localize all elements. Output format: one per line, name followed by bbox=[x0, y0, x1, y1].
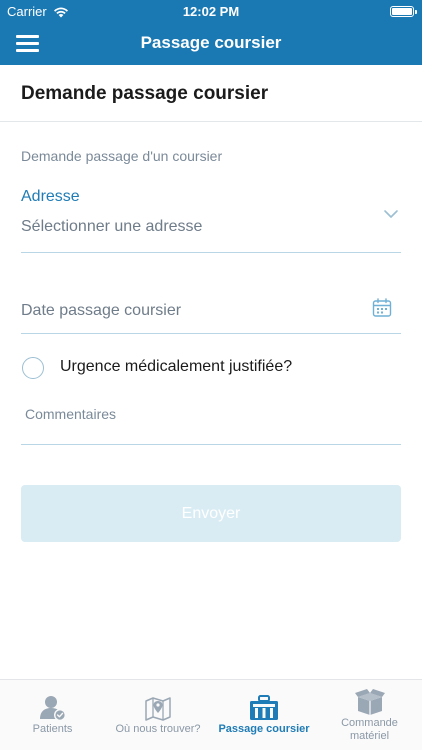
battery-icon bbox=[390, 6, 417, 17]
nav-title: Passage coursier bbox=[140, 33, 282, 52]
address-label: Adresse bbox=[21, 188, 80, 205]
comment-underline bbox=[21, 444, 401, 445]
tab-courier[interactable]: Passage coursier bbox=[211, 680, 317, 750]
page-title: Demande passage coursier bbox=[21, 83, 269, 104]
chevron-down-icon[interactable] bbox=[383, 206, 399, 222]
address-select[interactable]: Sélectionner une adresse bbox=[21, 218, 202, 236]
date-field[interactable]: Date passage coursier bbox=[21, 302, 181, 320]
tab-locations[interactable]: Où nous trouver? bbox=[105, 680, 211, 750]
urgent-label[interactable]: Urgence médicalement justifiée? bbox=[60, 358, 292, 376]
tab-order-equipment[interactable]: Commande matériel bbox=[317, 680, 422, 750]
tab-label: Patients bbox=[32, 723, 73, 735]
status-bar: Carrier 12:02 PM bbox=[0, 0, 422, 22]
date-underline bbox=[21, 333, 401, 334]
tab-label: Où nous trouver? bbox=[115, 723, 201, 735]
section-header: Demande passage coursier bbox=[0, 65, 422, 122]
tab-label: Passage coursier bbox=[218, 723, 310, 735]
address-underline bbox=[21, 252, 401, 253]
comment-input[interactable] bbox=[21, 424, 401, 444]
tab-label: Commande matériel bbox=[341, 717, 398, 742]
patient-icon bbox=[39, 696, 66, 721]
form-caption: Demande passage d'un coursier bbox=[21, 148, 223, 164]
box-icon bbox=[354, 689, 385, 715]
status-time: 12:02 PM bbox=[182, 4, 240, 19]
comment-label: Commentaires bbox=[25, 406, 117, 422]
tab-bar: Patients Où nous trouver? Passage coursi… bbox=[0, 679, 422, 750]
urgent-radio[interactable] bbox=[22, 357, 44, 379]
calendar-icon[interactable] bbox=[372, 298, 392, 318]
map-icon bbox=[145, 697, 171, 721]
navigation-bar: Carrier 12:02 PM Passage coursier bbox=[0, 0, 422, 65]
courier-icon bbox=[250, 695, 278, 720]
send-button[interactable]: Envoyer bbox=[21, 485, 401, 542]
tab-patients[interactable]: Patients bbox=[0, 680, 105, 750]
